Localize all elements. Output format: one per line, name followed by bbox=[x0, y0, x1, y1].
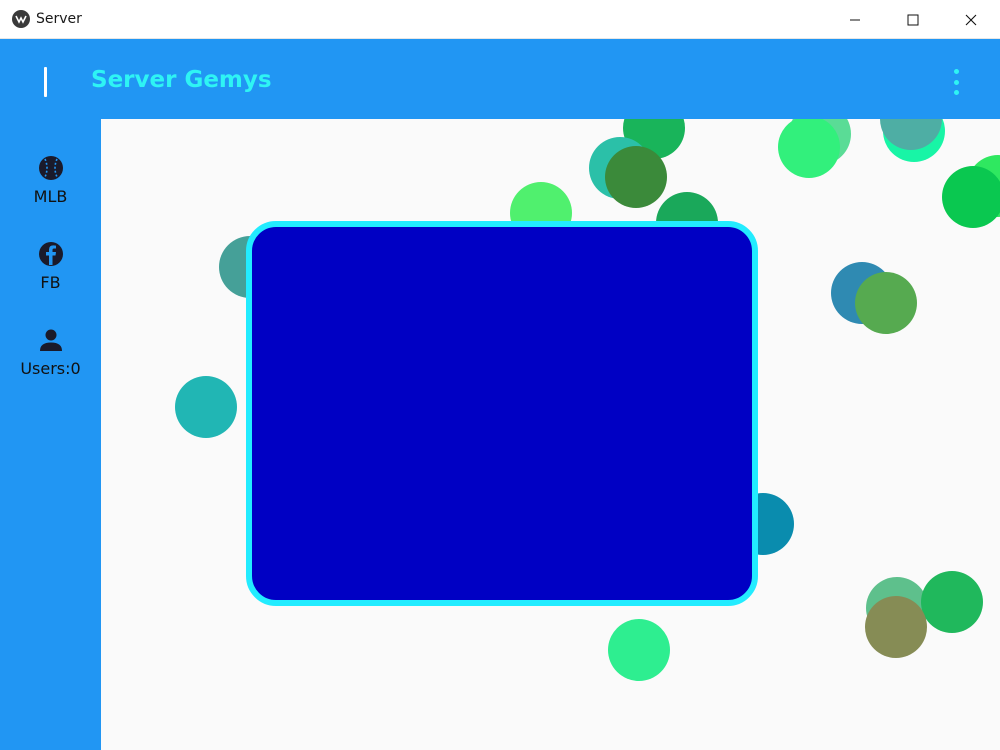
floating-circle bbox=[605, 146, 667, 208]
sidebar-item-users[interactable]: Users:0 bbox=[0, 327, 101, 378]
app-toolbar: Server Gemys bbox=[0, 39, 1000, 119]
close-button[interactable] bbox=[942, 0, 1000, 39]
sidebar-item-mlb[interactable]: MLB bbox=[0, 155, 101, 206]
sidebar-item-label: Users:0 bbox=[20, 359, 81, 378]
window-controls bbox=[826, 0, 1000, 39]
sidebar-item-label: MLB bbox=[33, 187, 68, 206]
floating-circle bbox=[942, 166, 1000, 228]
floating-circle bbox=[855, 272, 917, 334]
menu-bar-icon[interactable] bbox=[44, 67, 47, 97]
floating-circle bbox=[921, 571, 983, 633]
minimize-icon bbox=[850, 19, 860, 20]
baseball-icon bbox=[38, 156, 63, 180]
floating-circle bbox=[608, 619, 670, 681]
floating-circle bbox=[175, 376, 237, 438]
blue-panel bbox=[246, 221, 758, 606]
window-title: Server bbox=[36, 11, 82, 27]
window-titlebar: Server bbox=[0, 0, 1000, 39]
close-icon bbox=[965, 14, 977, 25]
facebook-icon bbox=[38, 242, 63, 266]
sidebar-item-fb[interactable]: FB bbox=[0, 241, 101, 292]
sidebar: MLB FB Users:0 bbox=[0, 119, 101, 750]
sidebar-item-label: FB bbox=[40, 273, 61, 292]
app-title: Server Gemys bbox=[91, 67, 272, 93]
maximize-button[interactable] bbox=[884, 0, 942, 39]
minimize-button[interactable] bbox=[826, 0, 884, 39]
user-icon bbox=[39, 329, 62, 351]
floating-circle bbox=[865, 596, 927, 658]
kivy-logo-icon bbox=[12, 10, 30, 28]
maximize-icon bbox=[907, 14, 919, 25]
more-vertical-icon[interactable] bbox=[946, 69, 966, 95]
main-canvas bbox=[101, 119, 1000, 750]
floating-circle bbox=[778, 119, 840, 178]
